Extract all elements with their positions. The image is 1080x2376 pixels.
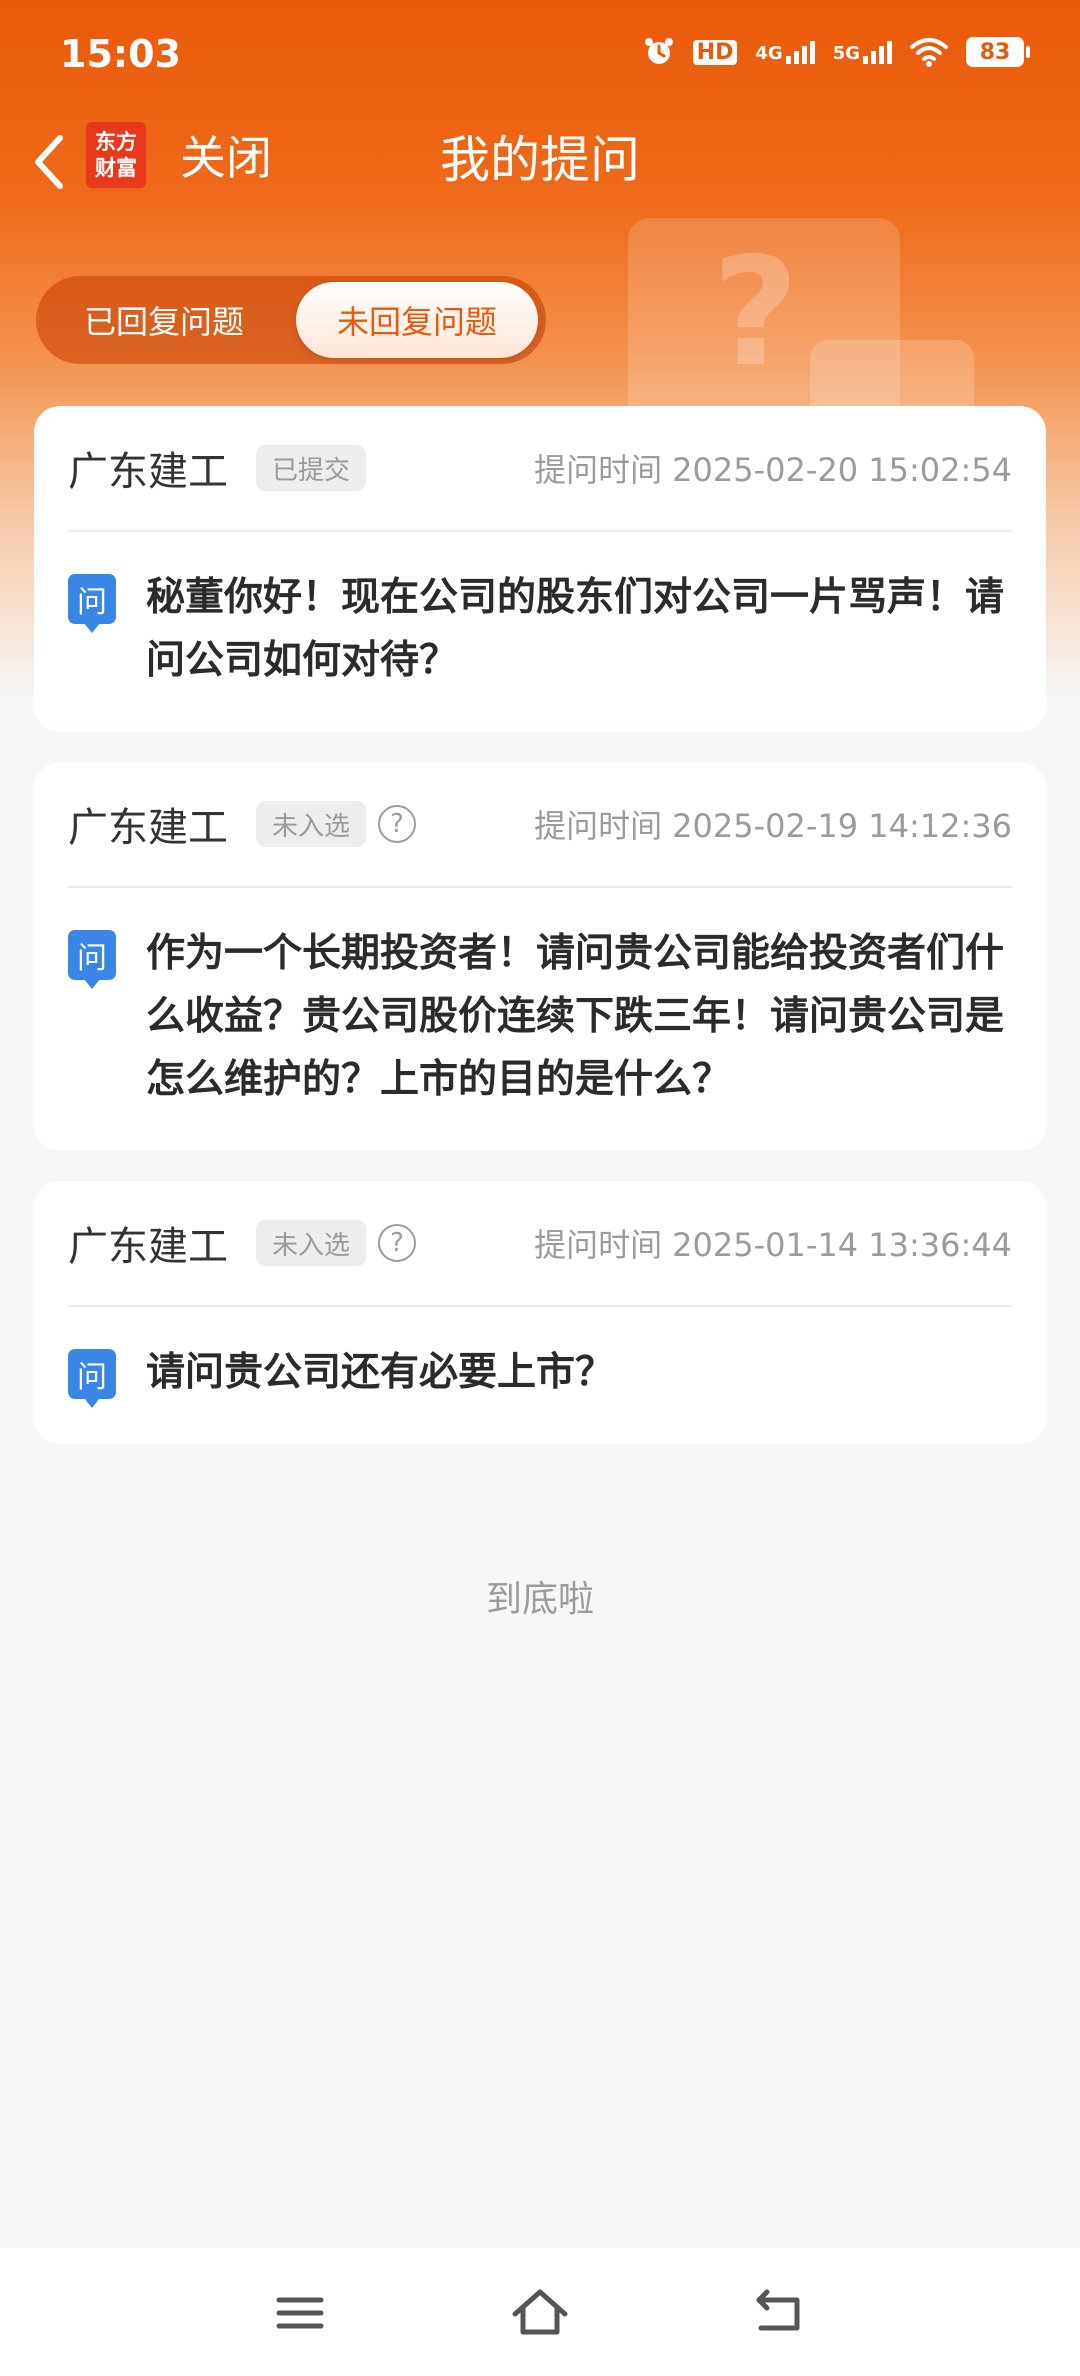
- end-of-list-text: 到底啦: [485, 1579, 594, 1620]
- back-button[interactable]: [22, 124, 82, 194]
- cell-signal-4g-icon: 4G: [755, 40, 815, 64]
- app-logo: 东方 财富: [86, 122, 146, 188]
- question-text: 作为一个长期投资者！请问贵公司能给投资者们什么收益？贵公司股价连续下跌三年！请问…: [146, 931, 1005, 1102]
- question-list: 广东建工 已提交 提问时间 2025-02-20 15:02:54 问 秘董你好！…: [34, 406, 1046, 1474]
- home-icon: [512, 2289, 568, 2335]
- help-icon[interactable]: ?: [378, 805, 417, 843]
- menu-icon: [276, 2297, 324, 2329]
- question-text: 请问贵公司还有必要上市？: [146, 1350, 615, 1395]
- question-icon: 问: [68, 574, 116, 633]
- card-body: 问 请问贵公司还有必要上市？: [68, 1307, 1012, 1444]
- back-icon: [756, 2289, 800, 2331]
- help-icon[interactable]: ?: [378, 1224, 417, 1262]
- cell-signal-5g-icon: 5G: [833, 40, 892, 64]
- card-header: 广东建工 已提交 提问时间 2025-02-20 15:02:54: [68, 406, 1012, 532]
- system-nav-bar: [0, 2248, 1080, 2376]
- question-icon: 问: [68, 930, 116, 989]
- card-body: 问 作为一个长期投资者！请问贵公司能给投资者们什么收益？贵公司股价连续下跌三年！…: [68, 888, 1012, 1151]
- home-button[interactable]: [505, 2278, 575, 2348]
- card-body: 问 秘董你好！现在公司的股东们对公司一片骂声！请问公司如何对待？: [68, 532, 1012, 732]
- tab-unreplied[interactable]: 未回复问题: [296, 282, 538, 358]
- menu-button[interactable]: [265, 2278, 335, 2348]
- question-card[interactable]: 广东建工 已提交 提问时间 2025-02-20 15:02:54 问 秘董你好！…: [34, 406, 1046, 732]
- question-card[interactable]: 广东建工 未入选 ? 提问时间 2025-02-19 14:12:36 问 作为一…: [34, 762, 1046, 1151]
- question-text: 秘董你好！现在公司的股东们对公司一片骂声！请问公司如何对待？: [146, 575, 1005, 683]
- battery-icon: 83: [966, 37, 1030, 67]
- alarm-icon: [644, 38, 673, 64]
- wifi-icon: [910, 38, 948, 67]
- page-title: 我的提问: [440, 131, 640, 189]
- status-badge: 未入选: [256, 801, 367, 847]
- status-badge: 已提交: [256, 445, 367, 491]
- question-time: 提问时间 2025-01-14 13:36:44: [534, 1226, 1012, 1264]
- question-mark-illustration: ?: [712, 226, 800, 400]
- company-name: 广东建工: [68, 1224, 228, 1270]
- question-tabs: 已回复问题 未回复问题: [36, 276, 546, 364]
- chevron-left-icon: [35, 135, 63, 189]
- question-time: 提问时间 2025-02-20 15:02:54: [534, 451, 1012, 489]
- status-time: 15:03: [60, 32, 181, 76]
- question-card[interactable]: 广东建工 未入选 ? 提问时间 2025-01-14 13:36:44 问 请问贵…: [34, 1181, 1046, 1444]
- close-button[interactable]: 关闭: [180, 122, 272, 188]
- back-nav-button[interactable]: [745, 2278, 815, 2348]
- question-time: 提问时间 2025-02-19 14:12:36: [534, 807, 1012, 845]
- card-header: 广东建工 未入选 ? 提问时间 2025-02-19 14:12:36: [68, 762, 1012, 888]
- status-bar: 15:03 HD 4G 5G 83: [0, 0, 1080, 110]
- company-name: 广东建工: [68, 805, 228, 851]
- card-header: 广东建工 未入选 ? 提问时间 2025-01-14 13:36:44: [68, 1181, 1012, 1307]
- status-icons: HD 4G 5G 83: [643, 36, 1030, 68]
- status-badge: 未入选: [256, 1220, 367, 1266]
- company-name: 广东建工: [68, 449, 228, 495]
- question-icon: 问: [68, 1349, 116, 1408]
- tab-replied[interactable]: 已回复问题: [44, 282, 284, 358]
- hd-icon: HD: [692, 39, 738, 65]
- nav-bar: 东方 财富 关闭 我的提问: [0, 110, 1080, 210]
